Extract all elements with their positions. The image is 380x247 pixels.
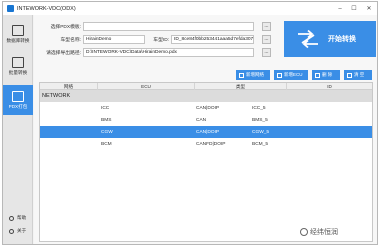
wechat-icon — [300, 228, 308, 236]
window-title: INTEWORK-VDC(ODX) — [17, 5, 76, 12]
sidebar-item-pdx-package[interactable]: PDX打包 — [3, 85, 33, 115]
id-cell: BCM_5 — [252, 141, 268, 147]
database-convert-icon — [12, 24, 24, 36]
save-path-input[interactable]: D:\INTEWORK-VDC\Data\HirainDemo.pdx — [83, 48, 254, 57]
delete-label: 删 除 — [322, 72, 333, 77]
pdx-template-input[interactable] — [83, 22, 254, 31]
help-icon — [9, 215, 14, 221]
convert-arrows-icon — [298, 29, 318, 49]
add-network-button[interactable]: 新增网络 — [236, 70, 270, 80]
sidebar-item-help[interactable]: 帮助 — [9, 215, 26, 221]
sidebar-item-label: PDX打包 — [8, 103, 28, 109]
main-panel: 选择PDX模板: ... 车型名称: HirainDemo 车型ID: ID_8… — [34, 15, 377, 244]
app-window: INTEWORK-VDC(ODX) – ☐ ✕ 数据库转换 批量转换 PDX打包… — [2, 1, 378, 245]
table-row-selected[interactable]: CGW CAN|DOIP CGW_5 — [40, 126, 372, 138]
vehicle-name-input[interactable]: HirainDemo — [83, 35, 145, 44]
vehicle-id-input[interactable]: ID_8ce84f0bb253441aaa5d7efda307cc8 — [171, 35, 254, 44]
batch-convert-icon — [12, 56, 24, 68]
watermark-text: 经纬恒润 — [310, 229, 338, 236]
sidebar-item-about[interactable]: 关于 — [9, 228, 26, 234]
watermark: 经纬恒润 — [300, 227, 338, 237]
start-convert-button[interactable]: 开始转换 — [284, 21, 376, 57]
table-row[interactable]: ICC CAN|DOIP ICC_5 — [40, 102, 372, 114]
save-path-label: 请选择导出路径: — [46, 51, 81, 56]
table-row[interactable]: BMS CAN BMS_5 — [40, 114, 372, 126]
column-header-network[interactable]: 网络 — [40, 83, 98, 90]
id-cell: ICC_5 — [252, 105, 266, 111]
vehicle-row: 车型名称: HirainDemo 车型ID: ID_8ce84f0bb25344… — [34, 35, 254, 44]
save-path-row: 请选择导出路径: D:\INTEWORK-VDC\Data\HirainDemo… — [34, 48, 254, 57]
maximize-icon[interactable]: ☐ — [347, 2, 361, 15]
type-cell: CAN — [196, 117, 207, 123]
table-header: 网络 ECU 类型 ID — [40, 83, 372, 90]
network-group-label: NETWORK — [42, 93, 71, 99]
ecu-icon — [277, 72, 282, 78]
column-header-id[interactable]: ID — [287, 83, 372, 90]
ecu-cell: ICC — [101, 105, 110, 111]
app-logo-icon — [7, 5, 14, 12]
start-convert-label: 开始转换 — [328, 36, 356, 43]
minimize-icon[interactable]: – — [333, 2, 347, 15]
clear-icon — [347, 72, 352, 78]
pdx-template-row: 选择PDX模板: — [34, 22, 254, 31]
close-icon[interactable]: ✕ — [362, 2, 376, 15]
sidebar-item-label: 数据库转换 — [6, 37, 30, 43]
add-ecu-button[interactable]: 新增ECU — [274, 70, 308, 80]
delete-button[interactable]: 删 除 — [312, 70, 340, 80]
network-group-row[interactable]: NETWORK — [40, 90, 372, 102]
column-header-ecu[interactable]: ECU — [98, 83, 195, 90]
pdx-template-label: 选择PDX模板: — [50, 25, 81, 30]
table-row[interactable]: BCM CANFD|DOIP BCM_5 — [40, 138, 372, 150]
vehicle-name-label: 车型名称: — [60, 38, 81, 43]
delete-icon — [315, 72, 320, 78]
sidebar-item-label: 批量转换 — [8, 69, 28, 75]
sidebar-item-label: 关于 — [17, 228, 27, 233]
ecu-table: 网络 ECU 类型 ID NETWORK ICC CAN|DOIP ICC_5 … — [39, 82, 373, 242]
add-ecu-label: 新增ECU — [284, 72, 303, 77]
type-cell: CANFD|DOIP — [196, 141, 226, 147]
pdx-package-icon — [12, 90, 24, 102]
type-cell: CAN|DOIP — [196, 129, 220, 135]
network-icon — [239, 72, 244, 78]
ecu-cell: BMS — [101, 117, 112, 123]
clear-label: 清 空 — [354, 72, 365, 77]
title-bar: INTEWORK-VDC(ODX) – ☐ ✕ — [3, 2, 377, 15]
type-cell: CAN|DOIP — [196, 105, 220, 111]
clear-button[interactable]: 清 空 — [344, 70, 372, 80]
add-network-label: 新增网络 — [246, 72, 264, 77]
sidebar-item-database-convert[interactable]: 数据库转换 — [3, 19, 33, 49]
ecu-cell: BCM — [101, 141, 112, 147]
id-cell: BMS_5 — [252, 117, 268, 123]
vehicle-id-label: 车型ID: — [153, 38, 169, 43]
vehicle-id-browse-button[interactable]: ... — [262, 35, 271, 44]
save-path-browse-button[interactable]: ... — [262, 48, 271, 57]
pdx-template-browse-button[interactable]: ... — [262, 22, 271, 31]
sidebar: 数据库转换 批量转换 PDX打包 帮助 关于 — [3, 15, 33, 244]
column-header-type[interactable]: 类型 — [195, 83, 287, 90]
sidebar-item-label: 帮助 — [17, 215, 27, 220]
id-cell: CGW_5 — [252, 129, 270, 135]
about-icon — [9, 228, 14, 234]
ecu-cell: CGW — [101, 129, 113, 135]
sidebar-item-batch-convert[interactable]: 批量转换 — [3, 51, 33, 81]
